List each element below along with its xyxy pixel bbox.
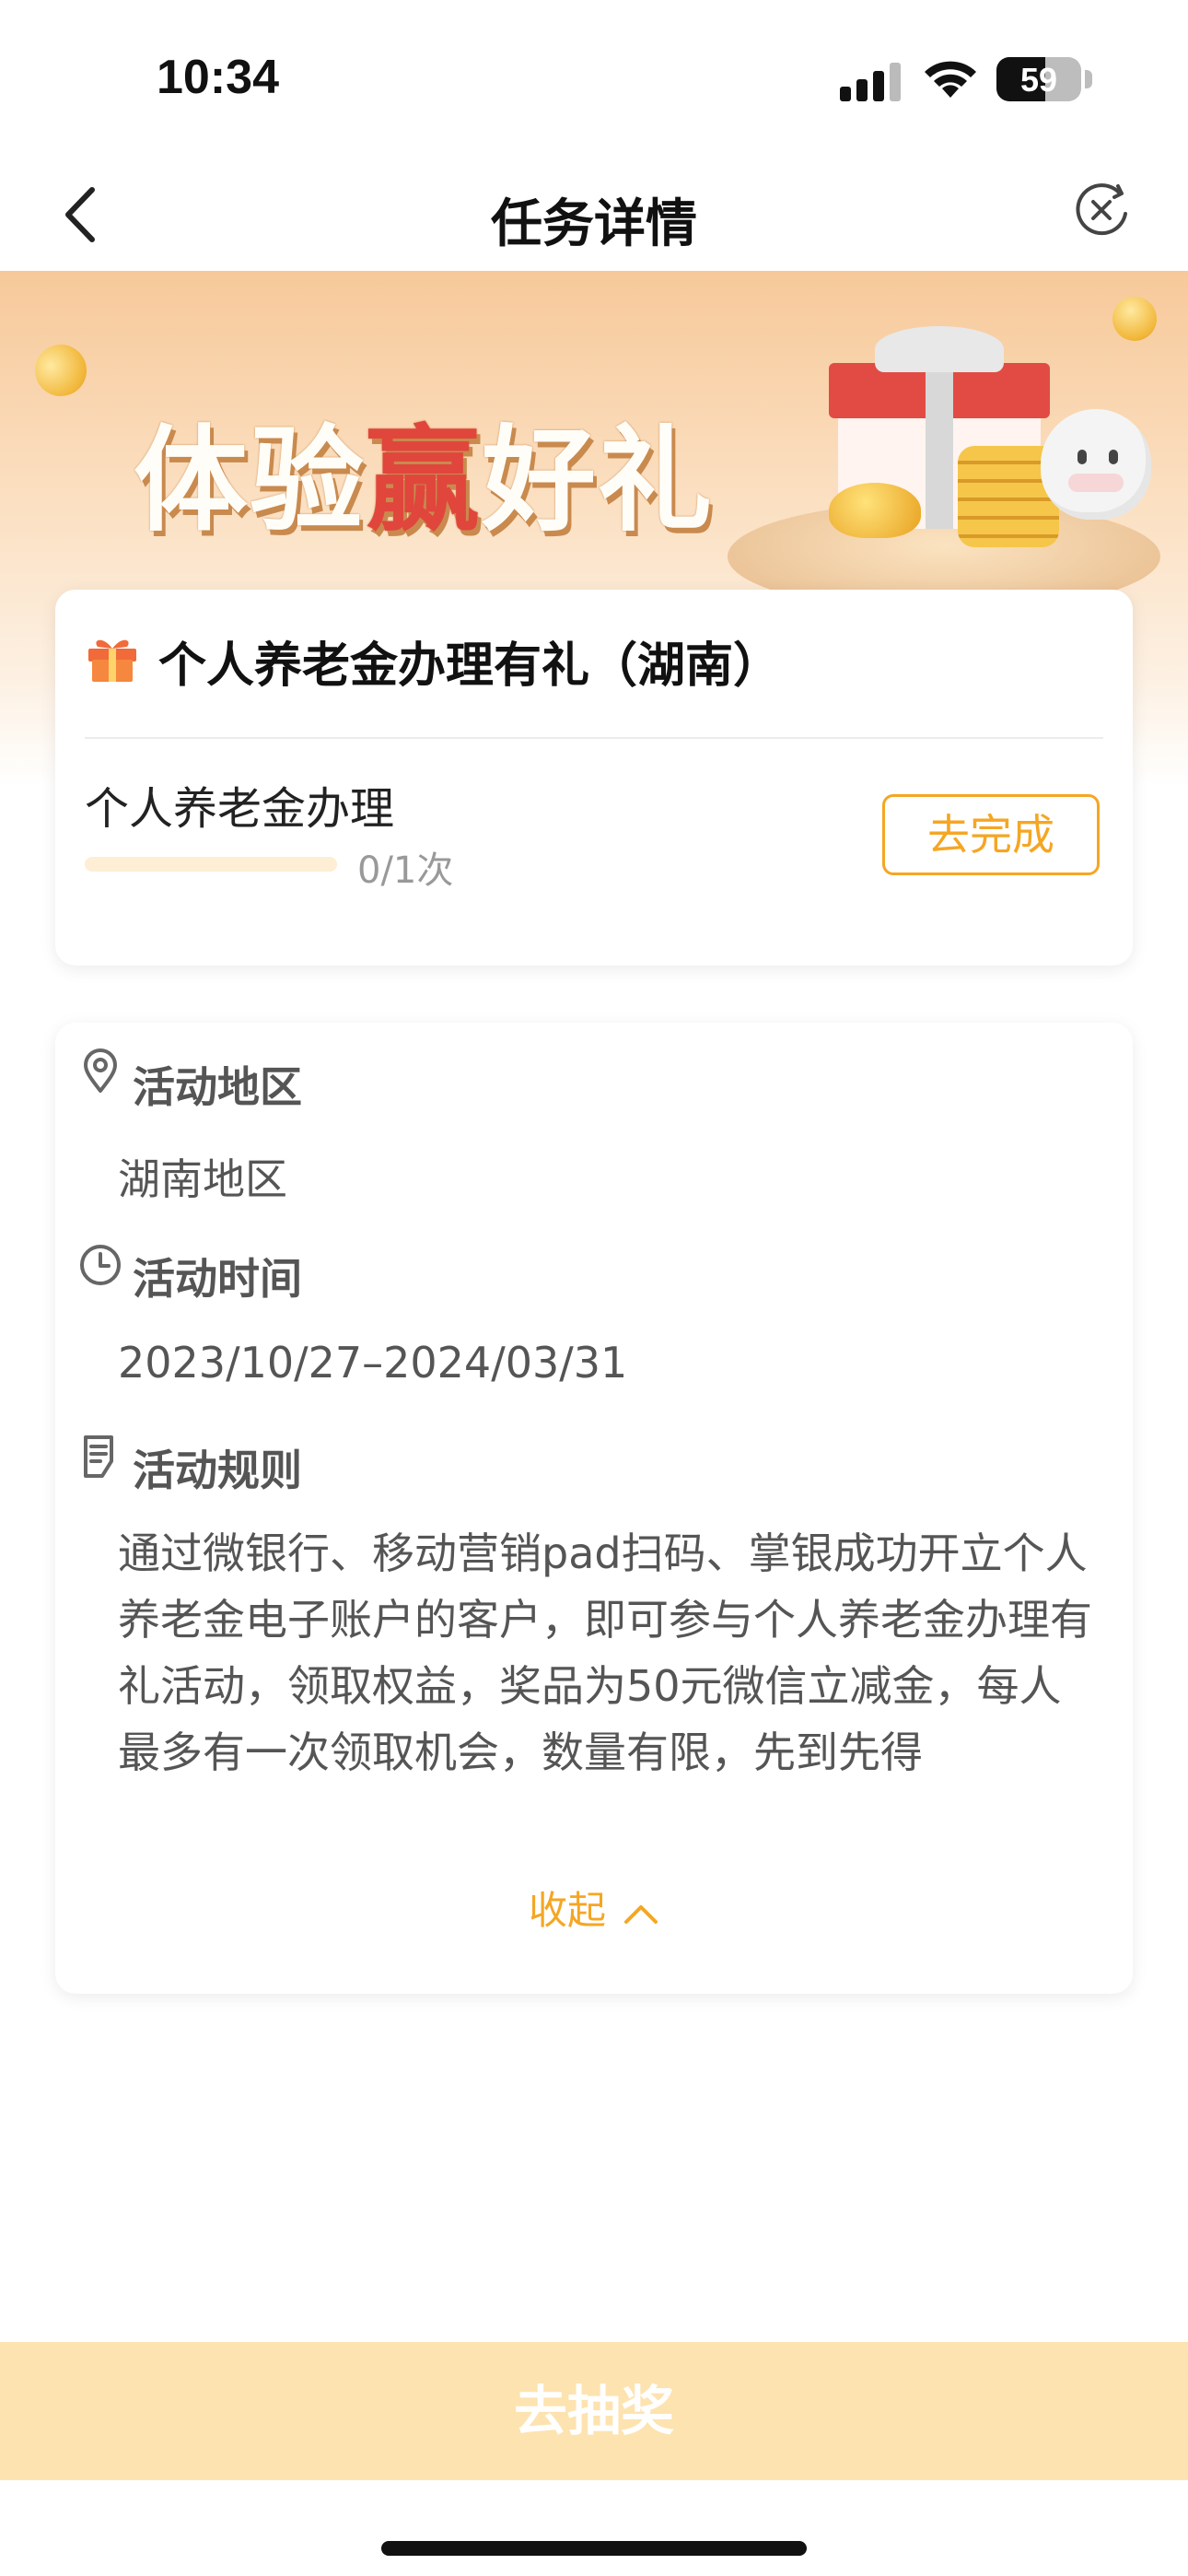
- lottery-bar: 去抽奖: [0, 2342, 1188, 2480]
- location-pin-icon: [84, 1048, 117, 1093]
- time-title: 活动时间: [133, 1254, 302, 1304]
- banner-title: 体验赢好礼: [134, 387, 714, 553]
- home-indicator: [381, 2541, 807, 2556]
- page-title: 任务详情: [491, 194, 697, 254]
- rules-title: 活动规则: [133, 1446, 302, 1495]
- coin-decoration: [28, 337, 94, 404]
- task-progress-text: 0/1次: [357, 849, 454, 892]
- battery-icon: 59: [996, 57, 1081, 101]
- time-value: 2023/10/27–2024/03/31: [118, 1338, 628, 1388]
- battery-cap: [1085, 70, 1092, 88]
- activity-info-card: 活动地区 湖南地区 活动时间 2023/10/27–2024/03/31 活动规…: [55, 1023, 1133, 1994]
- rules-text: 通过微银行、移动营销pad扫码、掌银成功开立个人养老金电子账户的客户，即可参与个…: [118, 1528, 1092, 1777]
- mascot-illustration: [1041, 409, 1151, 520]
- region-value: 湖南地区: [118, 1154, 287, 1204]
- document-icon: [84, 1435, 113, 1478]
- gold-ingot-illustration: [829, 483, 921, 538]
- task-title: 个人养老金办理有礼（湖南）: [158, 638, 782, 694]
- status-bar: 10:34 59: [0, 0, 1188, 157]
- wifi-icon: [925, 61, 976, 98]
- task-item-name: 个人养老金办理: [85, 783, 395, 835]
- banner-title-prefix: 体验: [134, 415, 367, 547]
- complete-task-button[interactable]: 去完成: [882, 794, 1100, 875]
- task-card: 个人养老金办理有礼（湖南） 个人养老金办理 0/1次 去完成: [55, 590, 1133, 966]
- collapse-button[interactable]: 收起: [55, 1879, 1133, 1936]
- lottery-button[interactable]: 去抽奖: [0, 2342, 1188, 2480]
- banner-title-highlight: 赢: [366, 415, 483, 547]
- banner-title-suffix: 好礼: [482, 415, 715, 547]
- gift-ribbon: [926, 363, 953, 529]
- gift-icon: [88, 639, 136, 682]
- coin-decoration: [1106, 290, 1163, 347]
- battery-level: 59: [1019, 61, 1058, 99]
- cellular-signal-icon: [840, 61, 904, 101]
- region-title: 活动地区: [133, 1062, 302, 1112]
- gift-bow: [875, 326, 1004, 372]
- collapse-label: 收起: [528, 1888, 606, 1933]
- close-icon[interactable]: [1068, 177, 1135, 243]
- task-progress-bar: [85, 857, 337, 872]
- nav-bar: 任务详情: [0, 157, 1188, 271]
- clock-icon: [80, 1245, 121, 1285]
- status-time: 10:34: [157, 51, 279, 104]
- chevron-up-icon: [624, 1904, 658, 1924]
- divider: [85, 737, 1103, 739]
